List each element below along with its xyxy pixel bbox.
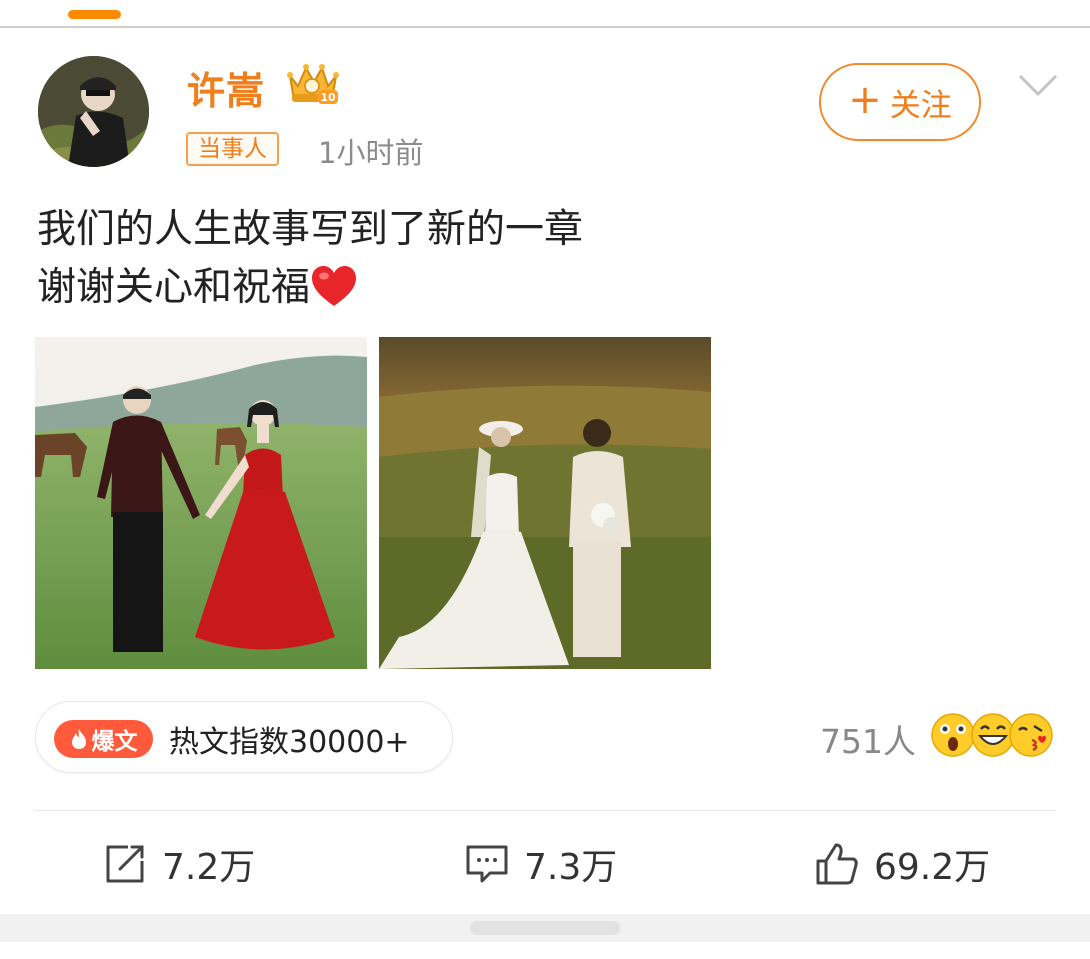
author-name[interactable]: 许嵩 [187,60,265,115]
hot-index-text: 热文指数30000+ [169,725,410,760]
flame-icon [71,729,86,749]
avatar[interactable] [38,56,149,167]
post-content: 我们的人生故事写到了新的一章 谢谢关心和祝福 [37,201,583,317]
scroll-hint [470,921,620,935]
like-count: 69.2万 [874,847,991,888]
post-time: 1小时前 [318,136,424,170]
post-image-2[interactable] [379,337,711,669]
top-divider [0,26,1090,28]
repost-icon [106,845,144,883]
hot-index-pill[interactable]: 爆文 热文指数30000+ [35,701,453,773]
action-divider [35,810,1055,811]
thumbs-up-icon [816,843,858,885]
tab-indicator [68,10,121,19]
follow-label: 关注 [889,87,952,124]
heart-emoji-icon [312,266,357,306]
content-line-1: 我们的人生故事写到了新的一章 [37,207,584,252]
comment-icon [466,845,508,883]
kiss-emoji-icon[interactable] [1008,712,1054,758]
post-image-1[interactable] [35,337,367,669]
identity-tag: 当事人 [186,132,279,166]
comment-button[interactable]: 7.3万 [464,840,617,888]
reaction-count[interactable]: 751人 [820,715,916,763]
vip-crown-icon: 10 [287,64,339,104]
repost-count: 7.2万 [162,847,256,888]
repost-button[interactable]: 7.2万 [102,840,255,888]
comment-count: 7.3万 [524,847,618,888]
hot-badge-label: 爆文 [91,729,138,755]
plus-icon: + [848,77,882,123]
like-button[interactable]: 69.2万 [814,840,990,888]
content-line-2-text: 谢谢关心和祝福 [37,265,311,310]
chevron-down-icon[interactable] [1016,70,1060,100]
follow-button[interactable]: + 关注 [819,63,981,141]
svg-text:10: 10 [320,91,336,104]
content-line-2: 谢谢关心和祝福 [37,259,583,317]
hot-badge: 爆文 [54,720,153,758]
